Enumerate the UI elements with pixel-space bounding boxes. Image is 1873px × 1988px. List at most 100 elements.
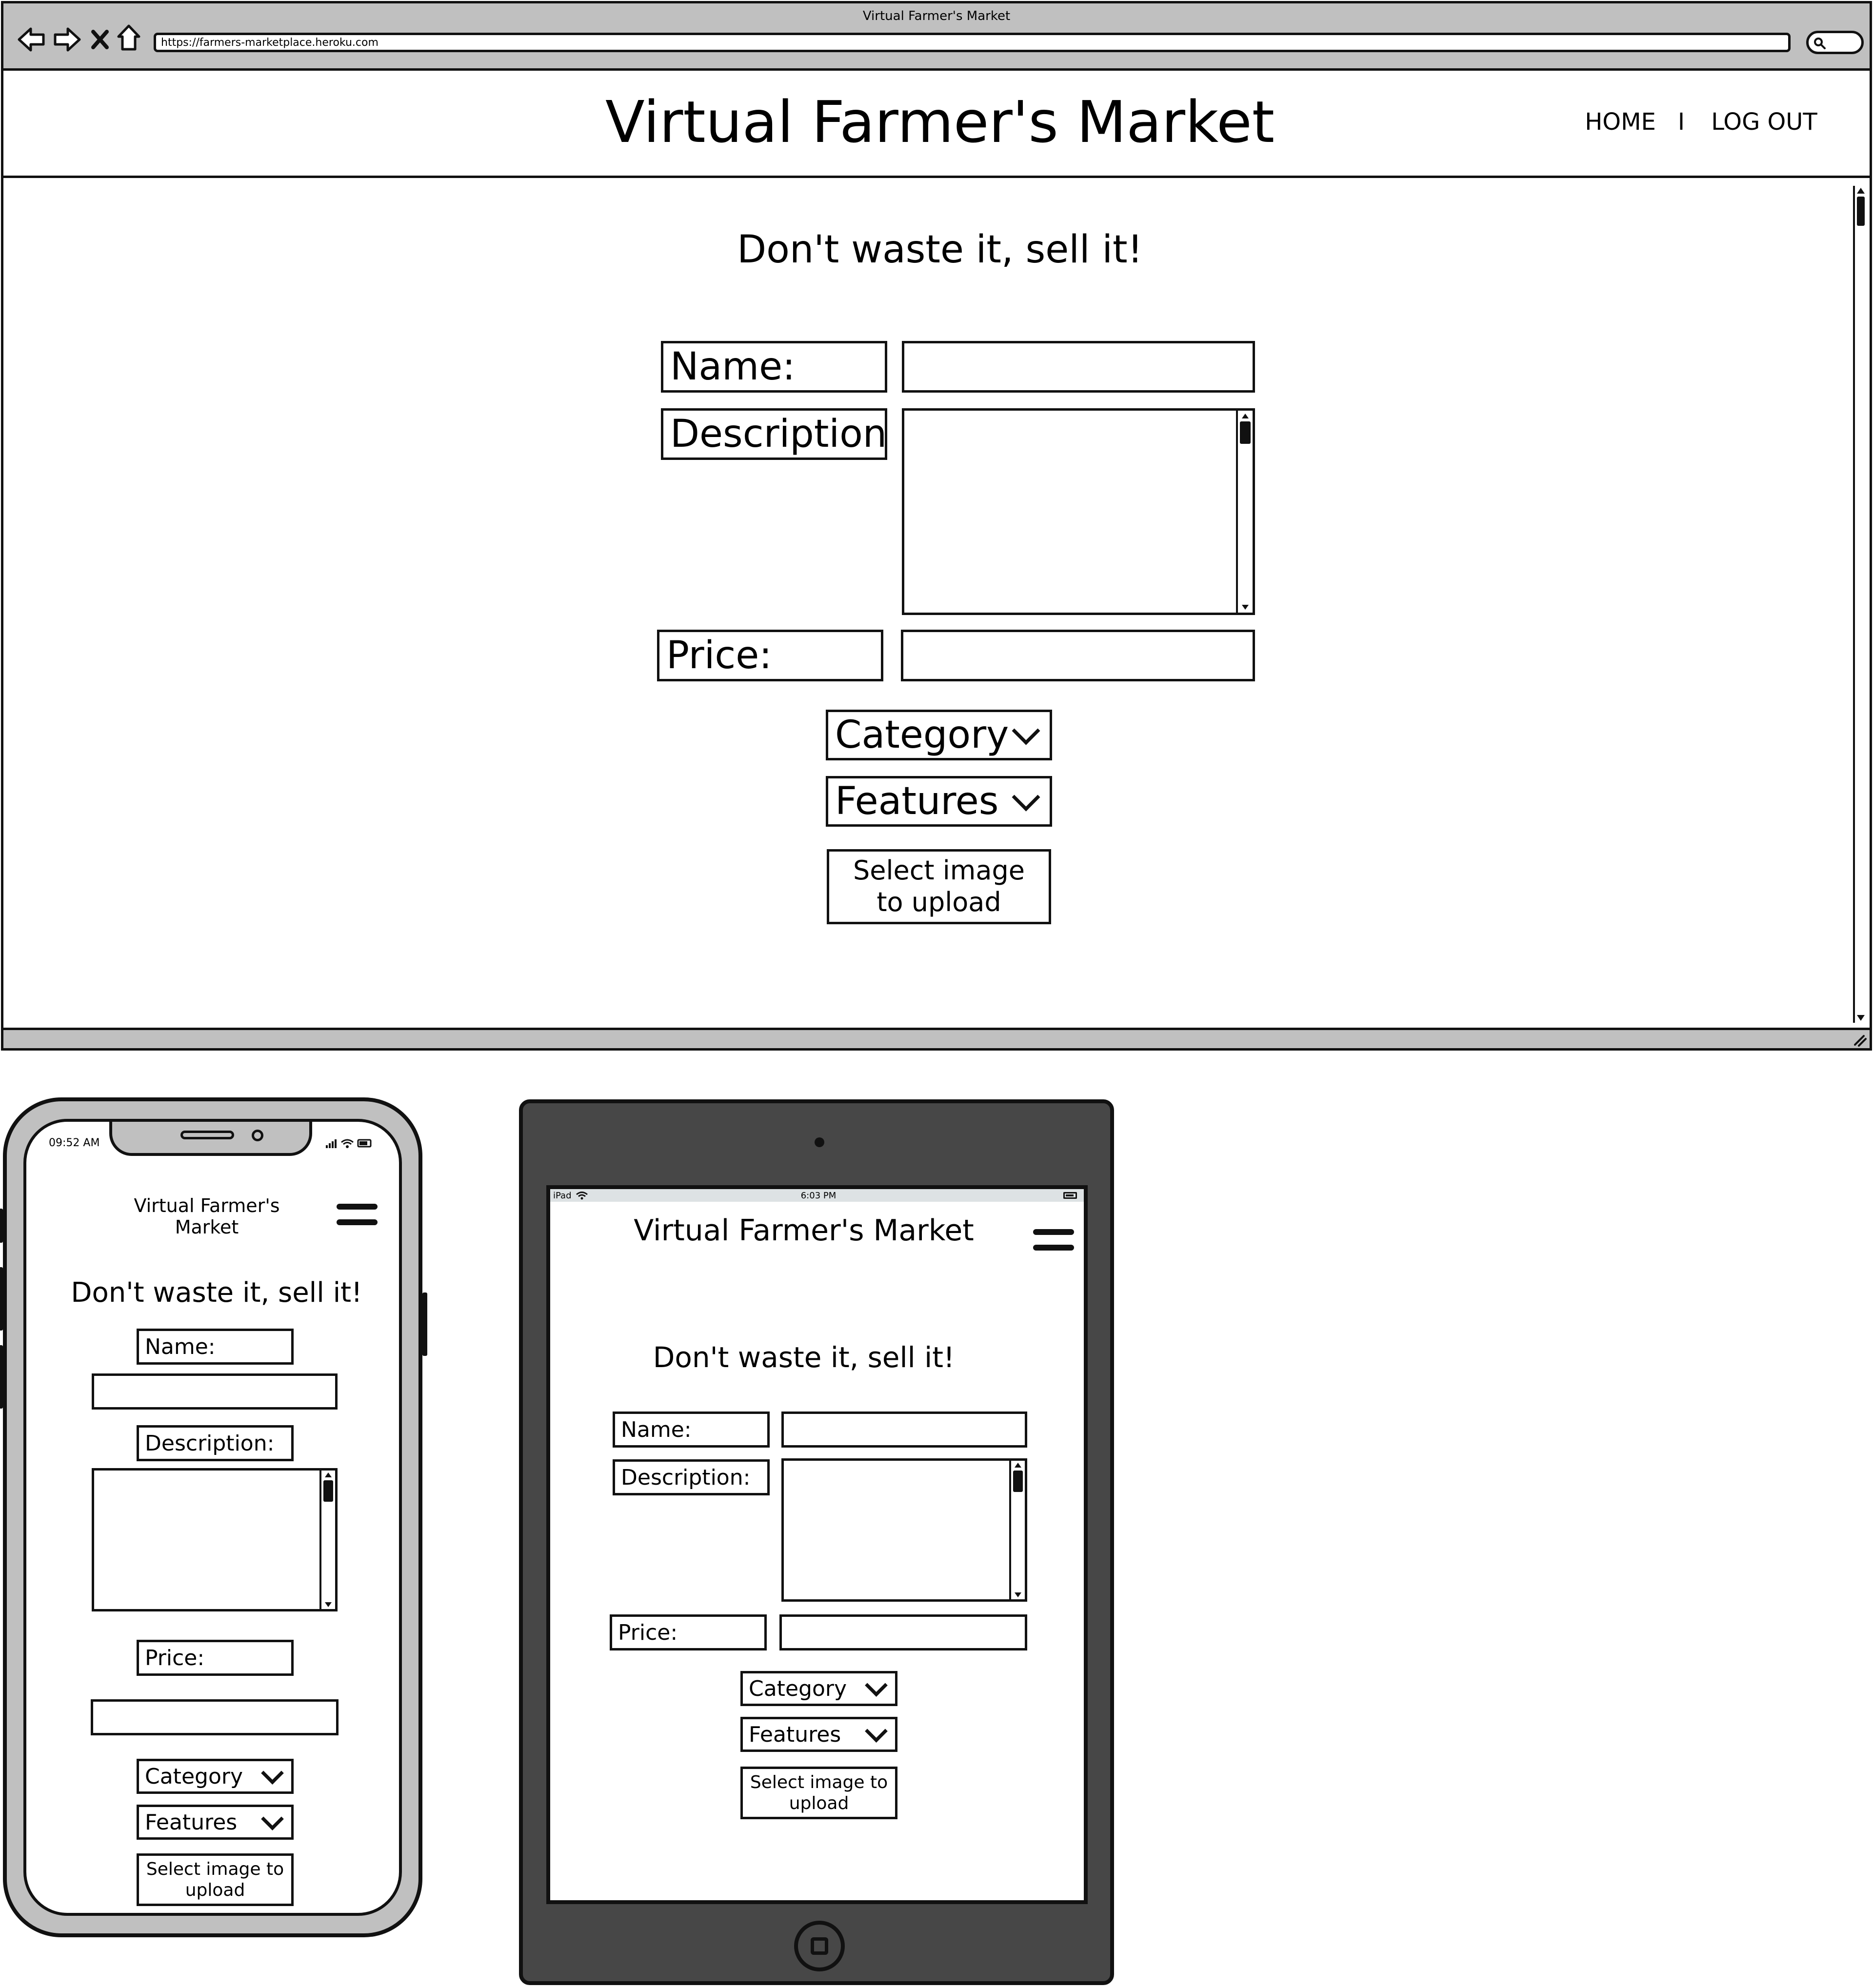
scroll-down-icon[interactable] xyxy=(1015,1592,1021,1597)
phone-name-label-text: Name: xyxy=(145,1334,216,1359)
scrollbar-thumb[interactable] xyxy=(323,1480,333,1502)
tablet-upload-image-button[interactable]: Select image to upload xyxy=(740,1767,897,1819)
phone-upload-image-button[interactable]: Select image to upload xyxy=(137,1853,294,1906)
page-scrollbar[interactable] xyxy=(1853,186,1867,1023)
close-icon[interactable] xyxy=(90,29,110,50)
nav-link-home[interactable]: HOME xyxy=(1579,105,1662,139)
url-text: https://farmers-marketplace.heroku.com xyxy=(161,36,379,49)
phone-notch xyxy=(109,1122,312,1156)
features-dropdown-label: Features xyxy=(835,779,999,823)
description-label-text: Description: xyxy=(670,412,887,456)
chevron-down-icon xyxy=(1012,716,1040,745)
page-scrollbar-thumb[interactable] xyxy=(1857,197,1865,226)
tablet-description-textarea[interactable] xyxy=(781,1458,1027,1602)
phone-price-label: Price: xyxy=(137,1640,294,1676)
tablet-name-label: Name: xyxy=(613,1411,770,1448)
scroll-up-icon[interactable] xyxy=(1242,414,1249,418)
phone-category-label: Category xyxy=(145,1764,243,1789)
tablet-category-dropdown[interactable]: Category xyxy=(740,1671,897,1706)
browser-status-bar xyxy=(3,1028,1870,1048)
phone-price-input[interactable] xyxy=(91,1699,339,1735)
phone-description-label: Description: xyxy=(137,1425,294,1461)
scrollbar-thumb[interactable] xyxy=(1013,1471,1023,1492)
tablet-features-dropdown[interactable]: Features xyxy=(740,1717,897,1752)
features-dropdown[interactable]: Features xyxy=(826,776,1052,827)
phone-device-frame: 09:52 AM Virtual Farmer's Market Don't w… xyxy=(0,1097,427,1937)
tablet-price-label-text: Price: xyxy=(618,1620,678,1645)
tablet-screen: iPad 6:03 PM Virtual Farmer's Market Don… xyxy=(546,1185,1088,1904)
phone-camera xyxy=(252,1130,263,1141)
home-square-icon xyxy=(811,1937,828,1955)
forward-arrow-icon[interactable] xyxy=(52,26,81,53)
site-title: Virtual Farmer's Market xyxy=(605,88,1275,156)
phone-side-button xyxy=(0,1209,3,1243)
phone-features-dropdown[interactable]: Features xyxy=(137,1805,294,1840)
tablet-name-label-text: Name: xyxy=(621,1417,692,1442)
name-input[interactable] xyxy=(902,341,1255,393)
tablet-features-label: Features xyxy=(749,1722,841,1747)
phone-time: 09:52 AM xyxy=(49,1136,100,1149)
scroll-up-icon[interactable] xyxy=(1015,1463,1021,1468)
phone-price-label-text: Price: xyxy=(145,1645,205,1670)
tablet-time: 6:03 PM xyxy=(800,1190,837,1201)
tablet-home-button[interactable] xyxy=(794,1921,845,1971)
tablet-site-title: Virtual Farmer's Market xyxy=(634,1213,974,1248)
phone-name-input[interactable] xyxy=(92,1373,338,1410)
scroll-down-icon[interactable] xyxy=(325,1602,332,1607)
tablet-price-input[interactable] xyxy=(779,1614,1027,1650)
description-textarea[interactable] xyxy=(902,408,1255,615)
browser-window-title: Virtual Farmer's Market xyxy=(862,9,1011,23)
chevron-down-icon xyxy=(261,1761,284,1785)
phone-power-button xyxy=(422,1292,427,1356)
scroll-up-icon[interactable] xyxy=(1857,188,1865,194)
browser-search-box[interactable] xyxy=(1806,31,1864,54)
phone-category-dropdown[interactable]: Category xyxy=(137,1759,294,1794)
page-heading: Don't waste it, sell it! xyxy=(737,228,1143,272)
phone-page-heading: Don't waste it, sell it! xyxy=(71,1276,362,1309)
nav-link-logout[interactable]: LOG OUT xyxy=(1701,105,1828,139)
url-bar[interactable]: https://farmers-marketplace.heroku.com xyxy=(154,33,1791,52)
resize-grip-icon[interactable] xyxy=(1852,1033,1867,1047)
tablet-camera xyxy=(815,1137,824,1147)
tablet-description-label: Description: xyxy=(613,1459,770,1495)
phone-side-button xyxy=(0,1267,3,1331)
phone-name-label: Name: xyxy=(137,1329,294,1365)
phone-description-textarea[interactable] xyxy=(92,1468,338,1611)
upload-image-label: Select image to upload xyxy=(853,855,1025,917)
scrollbar-thumb[interactable] xyxy=(1240,421,1251,444)
tablet-page-heading: Don't waste it, sell it! xyxy=(653,1341,955,1374)
tablet-status-bar: iPad 6:03 PM xyxy=(550,1189,1084,1202)
tablet-description-scrollbar[interactable] xyxy=(1009,1461,1025,1599)
browser-title-bar: Virtual Farmer's Market https://farmers-… xyxy=(3,3,1870,71)
tablet-upload-image-label: Select image to upload xyxy=(750,1772,888,1813)
site-header: Virtual Farmer's Market HOME I LOG OUT xyxy=(3,71,1870,178)
scroll-up-icon[interactable] xyxy=(325,1472,332,1477)
chevron-down-icon xyxy=(261,1807,284,1830)
scroll-down-icon[interactable] xyxy=(1857,1015,1865,1021)
price-input[interactable] xyxy=(901,630,1255,681)
category-dropdown[interactable]: Category xyxy=(826,710,1052,760)
phone-upload-image-label: Select image to upload xyxy=(146,1859,284,1900)
scroll-down-icon[interactable] xyxy=(1242,605,1249,610)
hamburger-menu-icon[interactable] xyxy=(337,1204,378,1228)
hamburger-menu-icon[interactable] xyxy=(1033,1229,1074,1253)
chevron-down-icon xyxy=(865,1719,888,1743)
tablet-device-frame: iPad 6:03 PM Virtual Farmer's Market Don… xyxy=(519,1099,1114,1985)
tablet-category-label: Category xyxy=(749,1676,847,1701)
home-icon[interactable] xyxy=(117,24,141,52)
back-arrow-icon[interactable] xyxy=(17,26,46,53)
search-icon xyxy=(1814,38,1826,49)
phone-features-label: Features xyxy=(145,1809,238,1835)
phone-description-scrollbar[interactable] xyxy=(319,1471,335,1609)
phone-speaker xyxy=(180,1131,234,1139)
phone-description-label-text: Description: xyxy=(145,1431,275,1456)
nav-separator: I xyxy=(1677,108,1685,136)
chevron-down-icon xyxy=(865,1673,888,1697)
tablet-name-input[interactable] xyxy=(781,1411,1027,1448)
description-label: Description: xyxy=(661,408,887,460)
phone-screen: 09:52 AM Virtual Farmer's Market Don't w… xyxy=(23,1119,402,1916)
desktop-browser-window: Virtual Farmer's Market https://farmers-… xyxy=(1,1,1872,1051)
phone-status-icons xyxy=(326,1139,372,1148)
description-scrollbar[interactable] xyxy=(1236,411,1253,613)
upload-image-button[interactable]: Select image to upload xyxy=(827,849,1051,924)
